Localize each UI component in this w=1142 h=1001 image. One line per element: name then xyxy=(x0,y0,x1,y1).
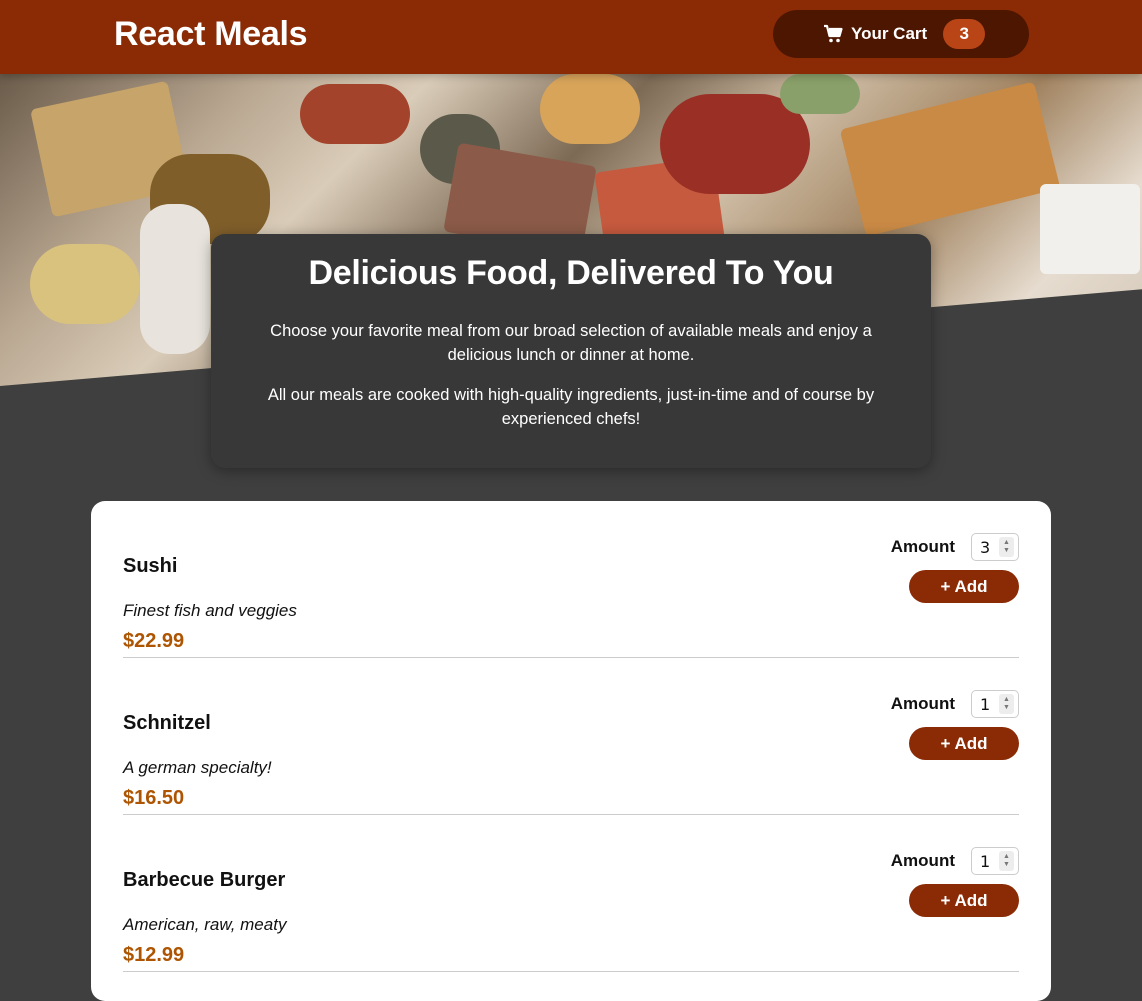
meal-name: Schnitzel xyxy=(123,712,211,734)
app-header: React Meals Your Cart 3 xyxy=(0,0,1142,74)
add-button[interactable]: + Add xyxy=(909,570,1019,603)
cart-label: Your Cart xyxy=(851,24,928,43)
summary-card: Delicious Food, Delivered To You Choose … xyxy=(211,234,931,468)
meal-price: $22.99 xyxy=(123,630,185,652)
meal-name: Barbecue Burger xyxy=(123,869,286,891)
meal-description: American, raw, meaty xyxy=(123,915,287,934)
amount-input[interactable]: 1 ▲ ▼ xyxy=(971,690,1019,718)
amount-row: Amount 3 ▲ ▼ xyxy=(891,533,1019,561)
stepper-arrows-icon[interactable]: ▲ ▼ xyxy=(999,694,1014,714)
stepper-arrows-icon[interactable]: ▲ ▼ xyxy=(999,851,1014,871)
add-button[interactable]: + Add xyxy=(909,727,1019,760)
add-button[interactable]: + Add xyxy=(909,884,1019,917)
meal-item: Schnitzel A german specialty! $16.50 Amo… xyxy=(123,658,1019,815)
amount-value: 1 xyxy=(980,851,991,871)
summary-heading: Delicious Food, Delivered To You xyxy=(308,254,834,292)
amount-row: Amount 1 ▲ ▼ xyxy=(891,847,1019,875)
meal-price: $16.50 xyxy=(123,787,185,809)
meal-name: Sushi xyxy=(123,555,178,577)
meals-list: Sushi Finest fish and veggies $22.99 Amo… xyxy=(91,501,1051,1001)
amount-input[interactable]: 3 ▲ ▼ xyxy=(971,533,1019,561)
amount-value: 3 xyxy=(980,537,991,557)
cart-icon xyxy=(823,24,843,44)
amount-value: 1 xyxy=(980,694,991,714)
amount-label: Amount xyxy=(890,694,955,713)
amount-input[interactable]: 1 ▲ ▼ xyxy=(971,847,1019,875)
amount-row: Amount 1 ▲ ▼ xyxy=(891,690,1019,718)
stepper-arrows-icon[interactable]: ▲ ▼ xyxy=(999,537,1014,557)
amount-label: Amount xyxy=(890,537,955,556)
meal-description: A german specialty! xyxy=(123,758,272,777)
summary-paragraph-1: Choose your favorite meal from our broad… xyxy=(270,322,872,364)
meal-description: Finest fish and veggies xyxy=(123,601,297,620)
summary-paragraph-2: All our meals are cooked with high-quali… xyxy=(267,386,875,428)
meal-item: Sushi Finest fish and veggies $22.99 Amo… xyxy=(123,501,1019,658)
meal-price: $12.99 xyxy=(123,944,185,966)
cart-count-badge: 3 xyxy=(943,19,986,49)
amount-label: Amount xyxy=(890,851,955,870)
app-title: React Meals xyxy=(114,15,308,53)
cart-button[interactable]: Your Cart 3 xyxy=(773,10,1029,58)
meal-item: Barbecue Burger American, raw, meaty $12… xyxy=(123,815,1019,972)
